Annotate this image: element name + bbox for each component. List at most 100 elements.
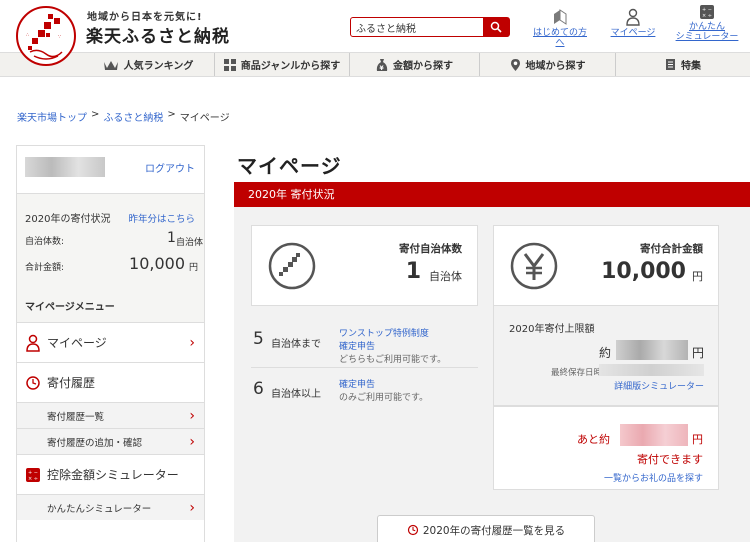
svg-text:∵: ∵ — [58, 34, 61, 40]
view-history-button[interactable]: 2020年の寄付履歴一覧を見る — [377, 515, 595, 542]
header-link-beginners[interactable]: はじめての方へ — [530, 8, 590, 48]
logo-emblem-icon: ∴ ∵ — [26, 14, 63, 60]
header-link-mypage-label: マイページ — [610, 28, 656, 38]
remaining-unit: 円 — [692, 433, 703, 446]
find-gifts-link[interactable]: 一覧からお礼の品を探す — [604, 471, 703, 484]
sidebar-item-history-label: 寄付履歴 — [47, 376, 96, 390]
last-saved-label: 最終保存日時 — [551, 368, 603, 378]
deduction-info: 5 自治体まで ワンストップ特例制度 確定申告 どちらもご利用可能です。 6 自… — [251, 316, 478, 410]
history-icon — [407, 524, 418, 536]
header-link-mypage[interactable]: マイページ — [606, 8, 660, 38]
last-saved-redacted — [599, 364, 704, 376]
user-name-redacted — [25, 157, 105, 177]
detailed-simulator-link[interactable]: 詳細版シミュレーター — [614, 379, 704, 392]
info-row-6-or-more: 6 自治体以上 確定申告 のみご利用可能です。 — [251, 369, 478, 409]
history-icon — [26, 375, 40, 390]
search-button[interactable] — [483, 18, 509, 36]
total-amount-card-label: 寄付合計金額 — [640, 243, 703, 255]
nav-feature-label: 特集 — [681, 61, 701, 72]
info-row-unit: 自治体まで — [271, 339, 321, 350]
onestop-link[interactable]: ワンストップ特例制度 — [339, 326, 429, 339]
nav-ranking-label: 人気ランキング — [123, 61, 194, 72]
calculator-icon: + − × ÷ — [26, 467, 40, 482]
sidebar-sub-simple-simulator-label: かんたんシミュレーター — [47, 503, 152, 515]
chevron-right-icon: › — [189, 433, 195, 450]
municipality-count-value: 1 — [405, 259, 421, 284]
search-input[interactable] — [351, 18, 483, 36]
remaining-amount-card: あと約 円 寄付できます 一覧からお礼の品を探す — [493, 406, 719, 490]
furusato-logo[interactable]: ∴ ∵ — [16, 6, 76, 66]
municipality-count-card: 寄付自治体数 1 自治体 — [251, 225, 478, 306]
last-year-link[interactable]: 昨年分はこちら — [128, 211, 195, 225]
person-icon — [626, 8, 640, 26]
sidebar-item-mypage-label: マイページ — [47, 336, 107, 350]
nav-region[interactable]: 地域から探す — [480, 53, 616, 76]
nav-amount[interactable]: ¥ 金額から探す — [350, 53, 480, 76]
nav-ranking[interactable]: 人気ランキング — [82, 53, 215, 76]
site-brand[interactable]: 楽天ふるさと納税 — [86, 22, 230, 47]
total-amount-value: 10,000 — [129, 254, 185, 273]
tax-return-link[interactable]: 確定申告 — [339, 339, 375, 352]
sidebar-sub-history-list[interactable]: 寄付履歴一覧 › — [17, 402, 204, 428]
header-link-simulator-line2: シミュレーター — [675, 32, 739, 42]
category-navbar: 人気ランキング 商品ジャンルから探す ¥ 金額から探す 地域から探す 特集 — [0, 52, 750, 77]
total-amount-card: 寄付合計金額 10,000 円 — [493, 225, 719, 306]
total-amount-card-value: 10,000 — [601, 259, 686, 284]
header-link-simulator-line1: かんたん — [688, 22, 725, 32]
japan-map-icon — [268, 242, 316, 290]
calculator-icon: + − × ÷ — [700, 5, 714, 19]
breadcrumb-furusato[interactable]: ふるさと納税 — [103, 109, 163, 124]
breadcrumb-current: マイページ — [179, 113, 230, 124]
tax-return-link[interactable]: 確定申告 — [339, 377, 375, 390]
sidebar-stats: 2020年の寄付状況 昨年分はこちら 自治体数: 1 自治体 合計金額: 10,… — [17, 194, 204, 286]
breadcrumb-rakuten-top[interactable]: 楽天市場トップ — [17, 109, 87, 124]
beginner-leaf-icon — [554, 9, 567, 25]
view-history-button-label: 2020年の寄付履歴一覧を見る — [422, 524, 566, 537]
breadcrumb-separator: > — [91, 109, 100, 120]
site-tagline: 地域から日本を元気に! — [87, 12, 203, 23]
breadcrumb-separator: > — [167, 109, 176, 120]
header-link-simulator[interactable]: + − × ÷ かんたん シミュレーター — [672, 4, 742, 42]
sidebar-item-simulator-label: 控除金額シミュレーター — [47, 468, 179, 482]
search-box — [350, 17, 510, 37]
municipalities-unit: 自治体 — [175, 238, 203, 248]
total-amount-unit: 円 — [189, 263, 199, 273]
year-status-banner: 2020年 寄付状況 — [234, 182, 750, 207]
page-title: マイページ — [237, 154, 342, 178]
sidebar-status-title: 2020年の寄付状況 — [25, 214, 111, 225]
logout-link[interactable]: ログアウト — [145, 160, 195, 175]
sidebar-item-mypage[interactable]: マイページ › — [17, 322, 204, 362]
nav-genre-label: 商品ジャンルから探す — [240, 61, 341, 72]
svg-text:∴: ∴ — [26, 32, 29, 38]
nav-region-label: 地域から探す — [525, 61, 586, 72]
nav-feature[interactable]: 特集 — [616, 53, 750, 76]
svg-text:× ÷: × ÷ — [702, 13, 712, 19]
search-icon — [490, 21, 502, 33]
sidebar-sub-history-add[interactable]: 寄付履歴の追加・確認 › — [17, 428, 204, 454]
info-row-num: 6 — [253, 379, 264, 399]
total-amount-label: 合計金額: — [25, 263, 65, 273]
remaining-caption: 寄付できます — [637, 453, 703, 466]
header-link-beginners-label: はじめての方へ — [532, 28, 587, 48]
nav-genre[interactable]: 商品ジャンルから探す — [215, 53, 350, 76]
info-row-num: 5 — [253, 329, 264, 349]
book-icon — [666, 59, 675, 70]
limit-unit: 円 — [692, 346, 705, 360]
sidebar-item-history[interactable]: 寄付履歴 — [17, 362, 204, 402]
sidebar-menu-header: マイページメニュー — [17, 286, 204, 322]
limit-label: 2020年寄付上限額 — [509, 324, 595, 335]
donation-limit-card: 2020年寄付上限額 約 円 最終保存日時 詳細版シミュレーター — [493, 306, 719, 406]
sidebar-item-simulator[interactable]: + − × ÷ 控除金額シミュレーター — [17, 454, 204, 494]
info-row-note: どちらもご利用可能です。 — [339, 355, 447, 365]
total-amount-card-unit: 円 — [692, 270, 703, 283]
grid-icon — [223, 58, 236, 71]
map-pin-icon — [510, 58, 520, 71]
sidebar-sub-simple-simulator[interactable]: かんたんシミュレーター › — [17, 494, 204, 520]
mypage-sidebar: ログアウト 2020年の寄付状況 昨年分はこちら 自治体数: 1 自治体 合計金… — [16, 145, 205, 542]
sidebar-sub-history-add-label: 寄付履歴の追加・確認 — [47, 437, 143, 449]
svg-text:× ÷: × ÷ — [28, 476, 38, 482]
municipalities-label: 自治体数: — [25, 237, 65, 247]
municipality-count-label: 寄付自治体数 — [399, 243, 462, 255]
site-header: ∴ ∵ 地域から日本を元気に! 楽天ふるさと納税 はじめての方へ マイページ — [0, 0, 750, 66]
info-row-unit: 自治体以上 — [271, 389, 321, 400]
